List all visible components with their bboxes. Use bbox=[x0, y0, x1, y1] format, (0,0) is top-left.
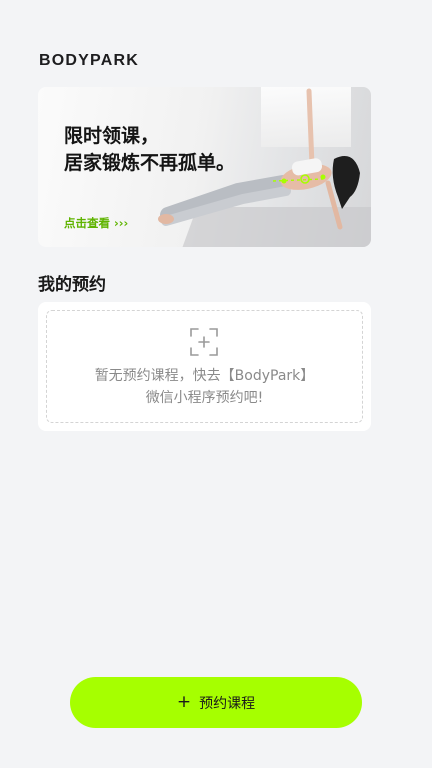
reservations-empty-card: 暂无预约课程，快去【BodyPark】 微信小程序预约吧! bbox=[38, 302, 371, 431]
bodypark-logo: BODYPARK bbox=[39, 52, 139, 69]
empty-state-line2: 微信小程序预约吧! bbox=[145, 390, 264, 406]
my-reservations-title: 我的预约 bbox=[38, 275, 106, 295]
banner-title-line2: 居家锻炼不再孤单。 bbox=[64, 152, 236, 174]
banner-title-line1: 限时领课， bbox=[64, 125, 160, 147]
book-course-button[interactable]: + 预约课程 bbox=[70, 677, 362, 728]
empty-state-message: 暂无预约课程，快去【BodyPark】 微信小程序预约吧! bbox=[38, 365, 371, 409]
page: BODYPARK 限时领课， 居家锻炼不再孤单。 点击查看 ››› 我的预约 暂… bbox=[0, 0, 432, 768]
plus-icon: + bbox=[176, 692, 192, 712]
banner-view-link[interactable]: 点击查看 ››› bbox=[64, 215, 128, 231]
book-course-label: 预约课程 bbox=[199, 695, 256, 712]
scan-add-icon bbox=[190, 328, 218, 356]
promo-banner[interactable]: 限时领课， 居家锻炼不再孤单。 点击查看 ››› bbox=[38, 87, 371, 247]
empty-state-line1: 暂无预约课程，快去【BodyPark】 bbox=[94, 368, 315, 384]
banner-title: 限时领课， 居家锻炼不再孤单。 bbox=[64, 123, 235, 177]
